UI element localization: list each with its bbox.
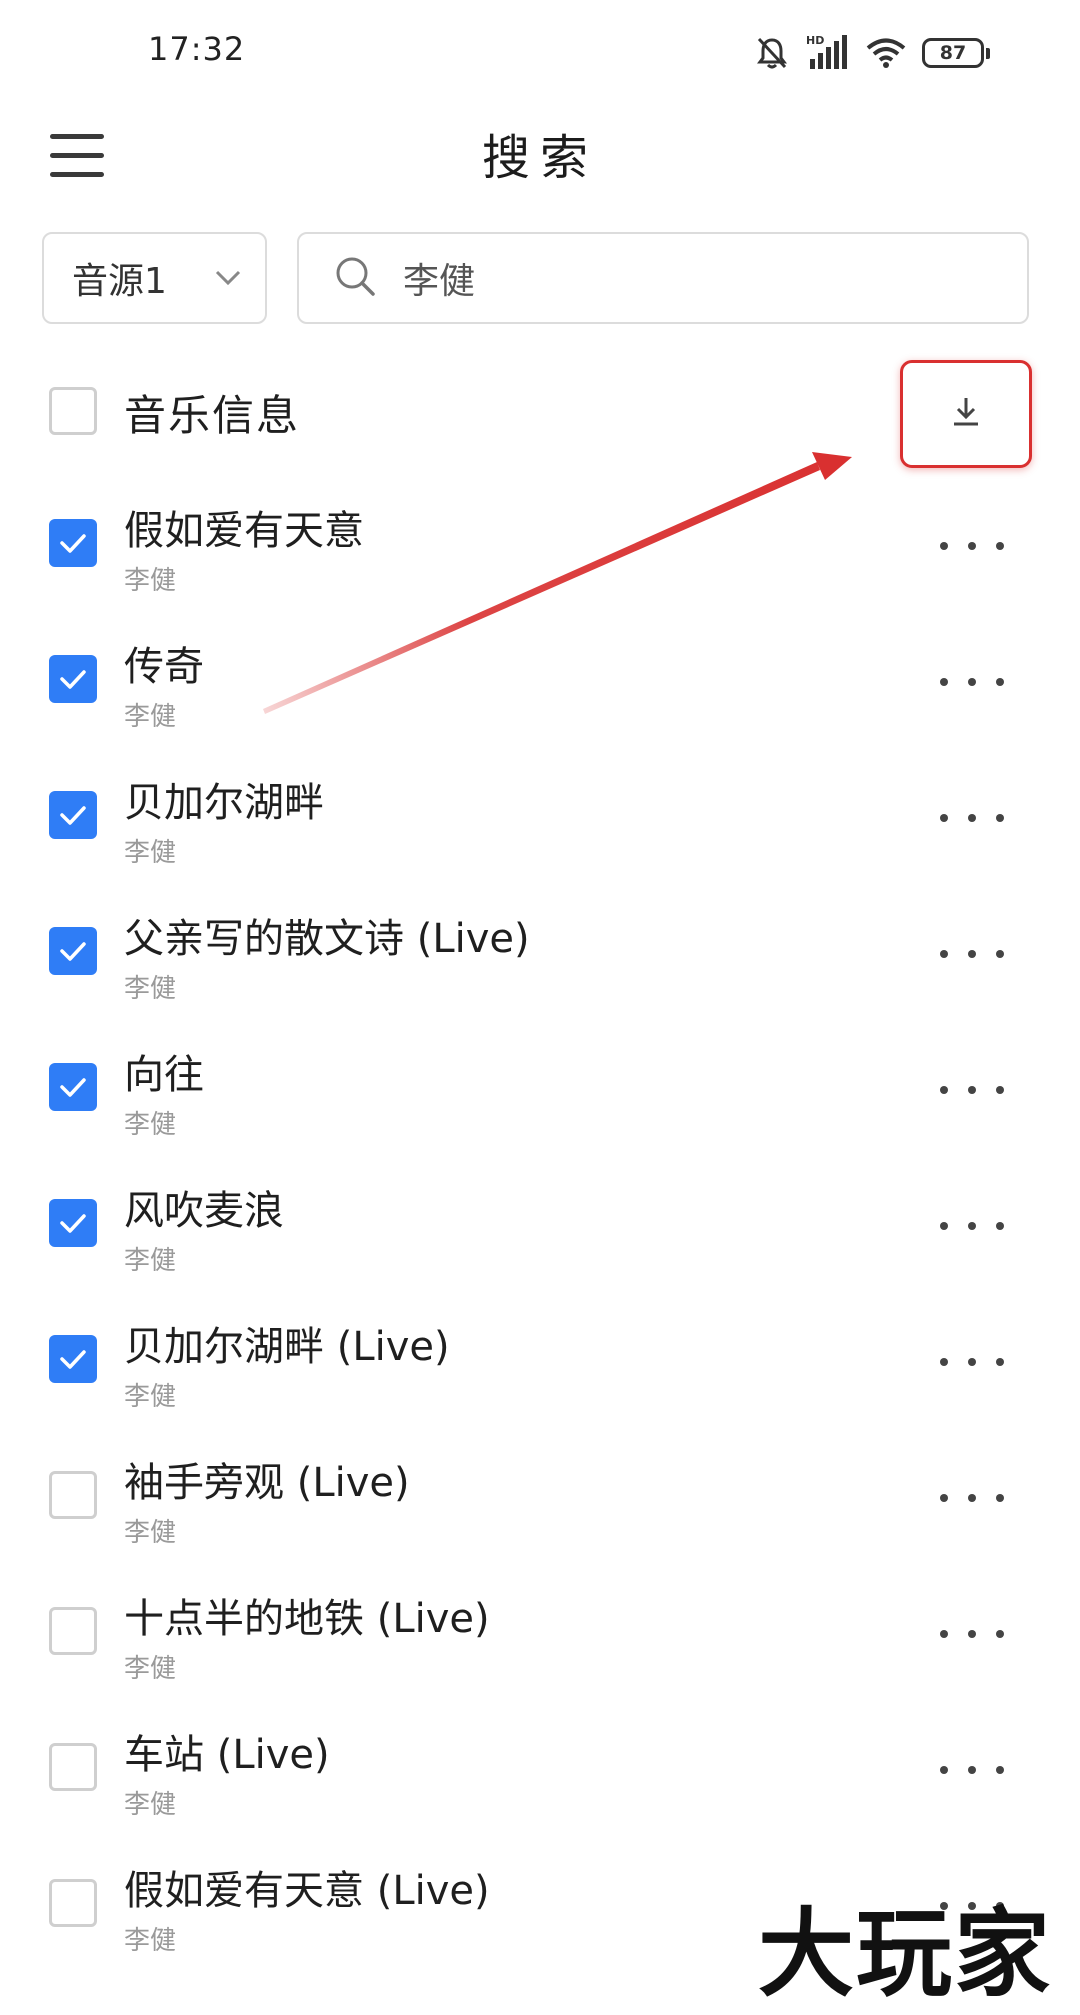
- more-options-icon[interactable]: [940, 526, 1004, 566]
- check-icon: [60, 1214, 86, 1233]
- check-icon: [60, 1078, 86, 1097]
- check-icon: [60, 942, 86, 961]
- search-icon: [333, 254, 377, 302]
- song-title: 假如爱有天意: [124, 508, 364, 554]
- more-options-icon[interactable]: [940, 662, 1004, 702]
- song-list: 假如爱有天意 李健 传奇 李健 贝加尔湖畔 李健 父亲写的散文诗 (Live) 李健 向往 李健风…: [0, 486, 1080, 1982]
- check-icon: [60, 1350, 86, 1369]
- song-checkbox[interactable]: [49, 655, 97, 703]
- song-artist: 李健: [124, 974, 177, 1004]
- song-artist: 李健: [124, 566, 177, 596]
- song-checkbox[interactable]: [49, 1879, 97, 1927]
- song-checkbox[interactable]: [49, 1335, 97, 1383]
- hd-signal-icon: HD: [806, 33, 850, 73]
- status-bar: 17:32 HD 87: [0, 0, 1080, 108]
- song-row[interactable]: 向往 李健: [0, 1030, 1080, 1166]
- song-artist: 李健: [124, 1382, 177, 1412]
- check-icon: [60, 806, 86, 825]
- song-title: 袖手旁观 (Live): [124, 1460, 410, 1506]
- song-artist: 李健: [124, 1518, 177, 1548]
- watermark-logo: 大玩家: [740, 1880, 1070, 2010]
- battery-level: 87: [922, 38, 984, 68]
- song-title: 向往: [124, 1052, 204, 1098]
- source-select-label: 音源1: [72, 261, 167, 302]
- chevron-down-icon: [213, 262, 243, 296]
- list-header: 音乐信息: [0, 360, 1080, 468]
- song-row[interactable]: 父亲写的散文诗 (Live) 李健: [0, 894, 1080, 1030]
- svg-text:HD: HD: [806, 34, 824, 47]
- download-button[interactable]: [900, 360, 1032, 468]
- song-artist: 李健: [124, 1790, 177, 1820]
- song-row[interactable]: 车站 (Live) 李健: [0, 1710, 1080, 1846]
- song-title: 假如爱有天意 (Live): [124, 1868, 490, 1914]
- song-title: 贝加尔湖畔 (Live): [124, 1324, 450, 1370]
- page-title: 搜索: [481, 130, 598, 186]
- song-artist: 李健: [124, 1654, 177, 1684]
- song-artist: 李健: [124, 1110, 177, 1140]
- battery-icon: 87: [922, 38, 990, 68]
- song-checkbox[interactable]: [49, 791, 97, 839]
- watermark-text: 大玩家: [758, 1896, 1052, 2010]
- song-checkbox[interactable]: [49, 1063, 97, 1111]
- song-row[interactable]: 贝加尔湖畔 李健: [0, 758, 1080, 894]
- song-row[interactable]: 袖手旁观 (Live) 李健: [0, 1438, 1080, 1574]
- song-title: 风吹麦浪: [124, 1188, 284, 1234]
- download-icon: [948, 394, 984, 434]
- song-title: 父亲写的散文诗 (Live): [124, 916, 530, 962]
- song-title: 贝加尔湖畔: [124, 780, 324, 826]
- bell-off-icon: [754, 35, 790, 71]
- more-options-icon[interactable]: [940, 1478, 1004, 1518]
- status-icons: HD 87: [754, 28, 990, 78]
- top-bar: 搜索: [0, 108, 1080, 224]
- song-checkbox[interactable]: [49, 1471, 97, 1519]
- status-time: 17:32: [148, 30, 246, 68]
- list-header-label: 音乐信息: [124, 391, 301, 440]
- check-icon: [60, 670, 86, 689]
- wifi-icon: [866, 37, 906, 69]
- select-all-checkbox[interactable]: [49, 387, 97, 435]
- song-row[interactable]: 贝加尔湖畔 (Live) 李健: [0, 1302, 1080, 1438]
- song-row[interactable]: 传奇 李健: [0, 622, 1080, 758]
- song-checkbox[interactable]: [49, 927, 97, 975]
- more-options-icon[interactable]: [940, 1342, 1004, 1382]
- search-box[interactable]: [297, 232, 1029, 324]
- song-title: 车站 (Live): [124, 1732, 330, 1778]
- song-checkbox[interactable]: [49, 1199, 97, 1247]
- song-artist: 李健: [124, 1246, 177, 1276]
- more-options-icon[interactable]: [940, 1070, 1004, 1110]
- song-title: 十点半的地铁 (Live): [124, 1596, 490, 1642]
- more-options-icon[interactable]: [940, 798, 1004, 838]
- song-artist: 李健: [124, 838, 177, 868]
- song-row[interactable]: 风吹麦浪 李健: [0, 1166, 1080, 1302]
- song-checkbox[interactable]: [49, 1607, 97, 1655]
- song-artist: 李健: [124, 702, 177, 732]
- song-row[interactable]: 假如爱有天意 李健: [0, 486, 1080, 622]
- song-checkbox[interactable]: [49, 519, 97, 567]
- more-options-icon[interactable]: [940, 1750, 1004, 1790]
- song-title: 传奇: [124, 644, 204, 690]
- song-checkbox[interactable]: [49, 1743, 97, 1791]
- more-options-icon[interactable]: [940, 934, 1004, 974]
- song-row[interactable]: 十点半的地铁 (Live) 李健: [0, 1574, 1080, 1710]
- song-artist: 李健: [124, 1926, 177, 1956]
- more-options-icon[interactable]: [940, 1614, 1004, 1654]
- more-options-icon[interactable]: [940, 1206, 1004, 1246]
- source-select[interactable]: 音源1: [42, 232, 267, 324]
- check-icon: [60, 534, 86, 553]
- search-input[interactable]: [401, 256, 965, 300]
